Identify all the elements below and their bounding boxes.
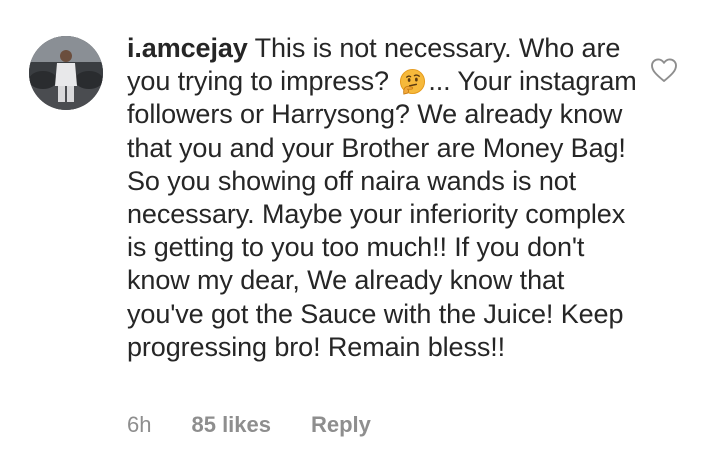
avatar[interactable] <box>29 36 103 110</box>
comment-item: i.amcejay This is not necessary. Who are… <box>0 0 720 449</box>
comment-text: i.amcejay This is not necessary. Who are… <box>127 32 647 364</box>
comment-username[interactable]: i.amcejay <box>127 33 248 63</box>
comment-meta: 6h 85 likes Reply <box>127 410 371 440</box>
comment-timestamp: 6h <box>127 412 152 437</box>
comment-body: i.amcejay This is not necessary. Who are… <box>127 32 647 364</box>
comment-text-part-2: ... Your instagram followers or Harryson… <box>127 66 637 362</box>
likes-count-link[interactable]: 85 likes <box>191 412 271 438</box>
heart-outline-icon[interactable] <box>650 57 678 83</box>
reply-button[interactable]: Reply <box>311 412 371 438</box>
thinking-face-emoji-icon <box>400 69 426 95</box>
avatar-photo <box>29 36 103 110</box>
